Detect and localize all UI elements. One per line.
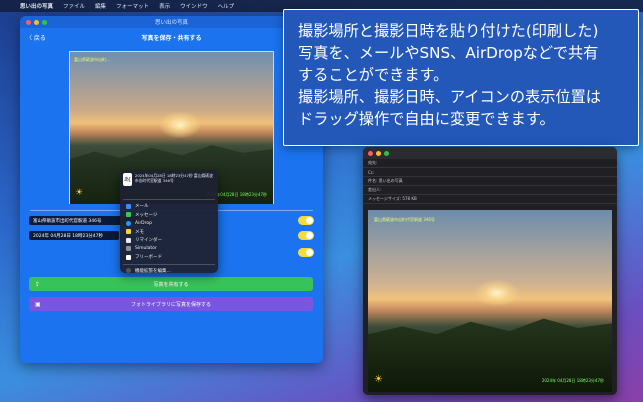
share-menu: あ[ 2024年04月28日 18時23分47秒 富山県砺波市出町代官駅道 34… [120, 170, 218, 276]
menu-edit[interactable]: 編集 [95, 2, 106, 10]
more-icon [126, 268, 131, 274]
caption-line-1: 撮影場所と撮影日時を貼り付けた(印刷した) [298, 22, 599, 40]
menu-format[interactable]: フォーマット [116, 2, 149, 10]
share-item-simulator-label: Simulator [135, 246, 157, 252]
caption-line-2: 写真を、メールやSNS、AirDropなどで共有 [298, 44, 599, 62]
address-toggle[interactable] [298, 216, 314, 225]
mail-toolbar [363, 147, 617, 159]
mail-photo-address: 富山県砺波市出町代官駅道 346号 [374, 217, 435, 222]
date-toggle[interactable] [298, 231, 314, 240]
mail-attached-photo: 富山県砺波市出町代官駅道 346号 ☀ 2024年 04月28日 18時23分4… [368, 210, 612, 392]
icon-toggle[interactable] [298, 248, 314, 257]
mail-minimize-button[interactable] [376, 150, 381, 156]
caption-line-4: 撮影場所、撮影日時、アイコンの表示位置は [298, 88, 601, 106]
mail-subject-field[interactable]: 件名: 思い出の写真 [363, 177, 617, 186]
reminders-icon [126, 237, 131, 243]
share-item-reminders-label: リマインダー [135, 238, 162, 244]
share-item-reminders[interactable]: リマインダー [123, 236, 215, 245]
menu-file[interactable]: ファイル [63, 2, 85, 10]
share-divider-2 [123, 263, 215, 265]
share-item-messages[interactable]: メッセージ [123, 211, 215, 220]
sun-icon: ☀ [374, 374, 383, 385]
mail-size-label: メッセージサイズ: 578 KB [363, 195, 617, 204]
share-header: あ[ 2024年04月28日 18時23分47秒 富山県砺波市出町代官駅道 34… [123, 173, 215, 197]
airdrop-icon [126, 220, 131, 226]
share-item-mail-label: メール [135, 204, 149, 210]
mail-zoom-button[interactable] [384, 150, 389, 156]
edit-extensions-item[interactable]: 機能拡張を編集... [123, 267, 215, 276]
share-item-airdrop-label: AirDrop [135, 220, 153, 226]
mail-icon [126, 203, 131, 209]
navigation-bar: 〈 戻る 写真を保存・共有する [20, 28, 323, 46]
menu-app-name[interactable]: 思い出の写真 [20, 2, 53, 10]
share-button-label: 写真を共有する [153, 281, 189, 288]
notes-icon [126, 229, 131, 235]
sun-glow [476, 280, 518, 306]
feature-caption: 撮影場所と撮影日時を貼り付けた(印刷した) 写真を、メールやSNS、AirDro… [283, 9, 639, 146]
photo-library-icon: ▣ [35, 300, 41, 308]
mail-close-button[interactable] [368, 150, 373, 156]
save-button-label: フォトライブラリに写真を保存する [130, 301, 211, 308]
menu-window[interactable]: ウインドウ [180, 2, 208, 10]
mail-cc-field[interactable]: Cc: [363, 168, 617, 177]
photo-address-overlay[interactable]: 富山県砺波市出町... [74, 57, 110, 63]
share-description: 2024年04月28日 18時23分47秒 富山県砺波市出町代官駅道 346号 [134, 173, 213, 183]
share-item-simulator[interactable]: Simulator [123, 245, 215, 254]
share-item-airdrop[interactable]: AirDrop [123, 219, 215, 228]
mail-to-field[interactable]: 宛先: [363, 159, 617, 168]
share-photo-button[interactable]: ⇪ 写真を共有する [29, 277, 313, 291]
save-to-library-button[interactable]: ▣ フォトライブラリに写真を保存する [29, 297, 313, 311]
share-item-messages-label: メッセージ [135, 212, 158, 218]
share-item-freeform[interactable]: フリーボード [123, 253, 215, 262]
sun-icon[interactable]: ☀ [75, 188, 83, 198]
page-title: 写真を保存・共有する [141, 34, 202, 42]
window-titlebar: 思い出の写真 [20, 16, 323, 28]
share-icon: ⇪ [35, 280, 41, 288]
sun-glow [160, 112, 200, 138]
date-field[interactable]: 2024年 04月28日 18時23分47秒 [29, 231, 119, 240]
mail-photo-date: 2024年 04月28日 18時23分47秒 [541, 378, 604, 383]
freeform-icon [126, 254, 131, 260]
share-item-mail[interactable]: メール [123, 202, 215, 211]
window-title: 思い出の写真 [154, 20, 188, 26]
mail-compose-window: 宛先: Cc: 件名: 思い出の写真 差出人: メッセージサイズ: 578 KB… [363, 147, 617, 395]
share-thumbnail: あ[ [123, 173, 132, 186]
share-divider [123, 199, 215, 200]
mail-from-field[interactable]: 差出人: [363, 186, 617, 195]
caption-line-5: ドラッグ操作で自由に変更できます。 [298, 110, 555, 128]
menu-view[interactable]: 表示 [159, 2, 170, 10]
messages-icon [126, 212, 131, 218]
share-item-notes[interactable]: メモ [123, 228, 215, 237]
simulator-icon [126, 246, 131, 252]
edit-extensions-label: 機能拡張を編集... [135, 268, 171, 274]
share-item-freeform-label: フリーボード [135, 255, 162, 261]
caption-line-3: することができます。 [298, 66, 449, 84]
share-item-notes-label: メモ [135, 229, 144, 235]
menu-help[interactable]: ヘルプ [218, 2, 235, 10]
